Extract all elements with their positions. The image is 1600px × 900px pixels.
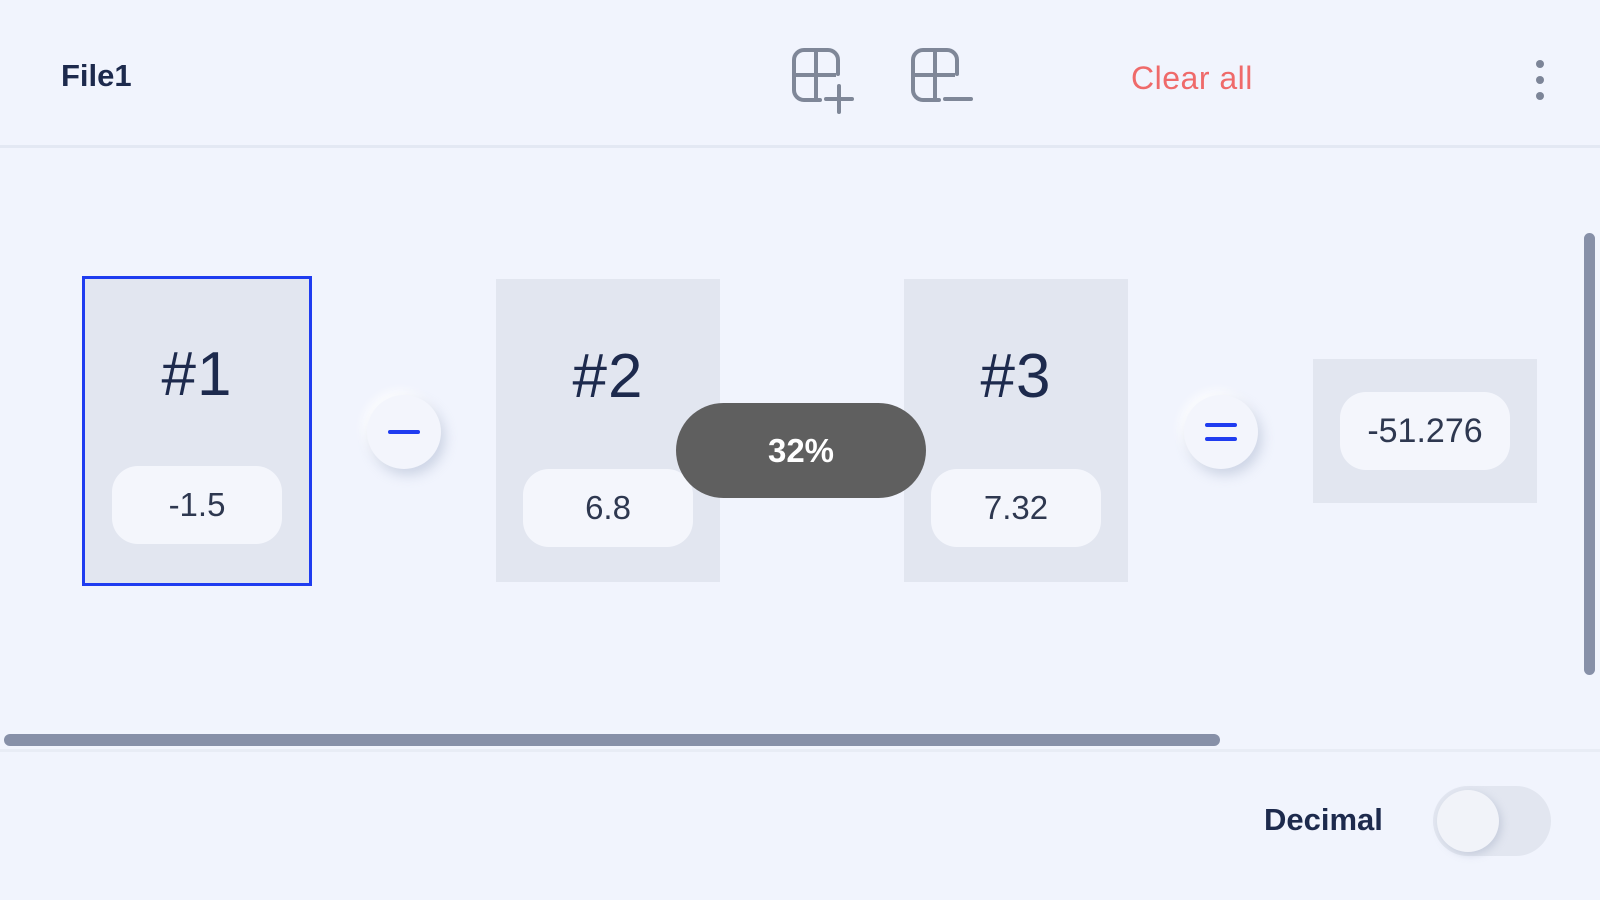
more-vertical-icon (1536, 60, 1544, 68)
remove-column-button[interactable] (903, 42, 977, 116)
minus-operator-button[interactable] (367, 395, 441, 469)
operand-label: #1 (161, 340, 233, 409)
toggle-knob (1437, 790, 1499, 852)
grid-plus-icon (792, 48, 854, 114)
more-options-button[interactable] (1528, 54, 1552, 108)
add-column-button[interactable] (784, 42, 858, 116)
result-box: -51.276 (1313, 359, 1537, 503)
zoom-level-toast: 32% (676, 403, 926, 498)
operand-value-field[interactable]: 6.8 (523, 469, 693, 547)
minus-icon (388, 430, 420, 434)
top-bar: File1 Clear all (0, 0, 1600, 148)
equals-operator-button[interactable] (1184, 395, 1258, 469)
result-value: -51.276 (1340, 392, 1510, 470)
decimal-label: Decimal (1264, 802, 1383, 837)
operand-value-field[interactable]: -1.5 (112, 466, 282, 544)
operand-card-1[interactable]: #1 -1.5 (82, 276, 312, 586)
operand-label: #2 (572, 342, 644, 411)
horizontal-scrollbar[interactable] (4, 734, 1220, 746)
operand-value-field[interactable]: 7.32 (931, 469, 1101, 547)
operand-card-3[interactable]: #3 7.32 (904, 279, 1128, 582)
file-title: File1 (61, 58, 132, 93)
clear-all-button[interactable]: Clear all (1131, 60, 1253, 97)
grid-minus-icon (911, 48, 973, 102)
operand-label: #3 (980, 342, 1052, 411)
vertical-scrollbar[interactable] (1584, 233, 1595, 675)
footer-divider (0, 749, 1600, 752)
decimal-toggle[interactable] (1433, 786, 1551, 856)
